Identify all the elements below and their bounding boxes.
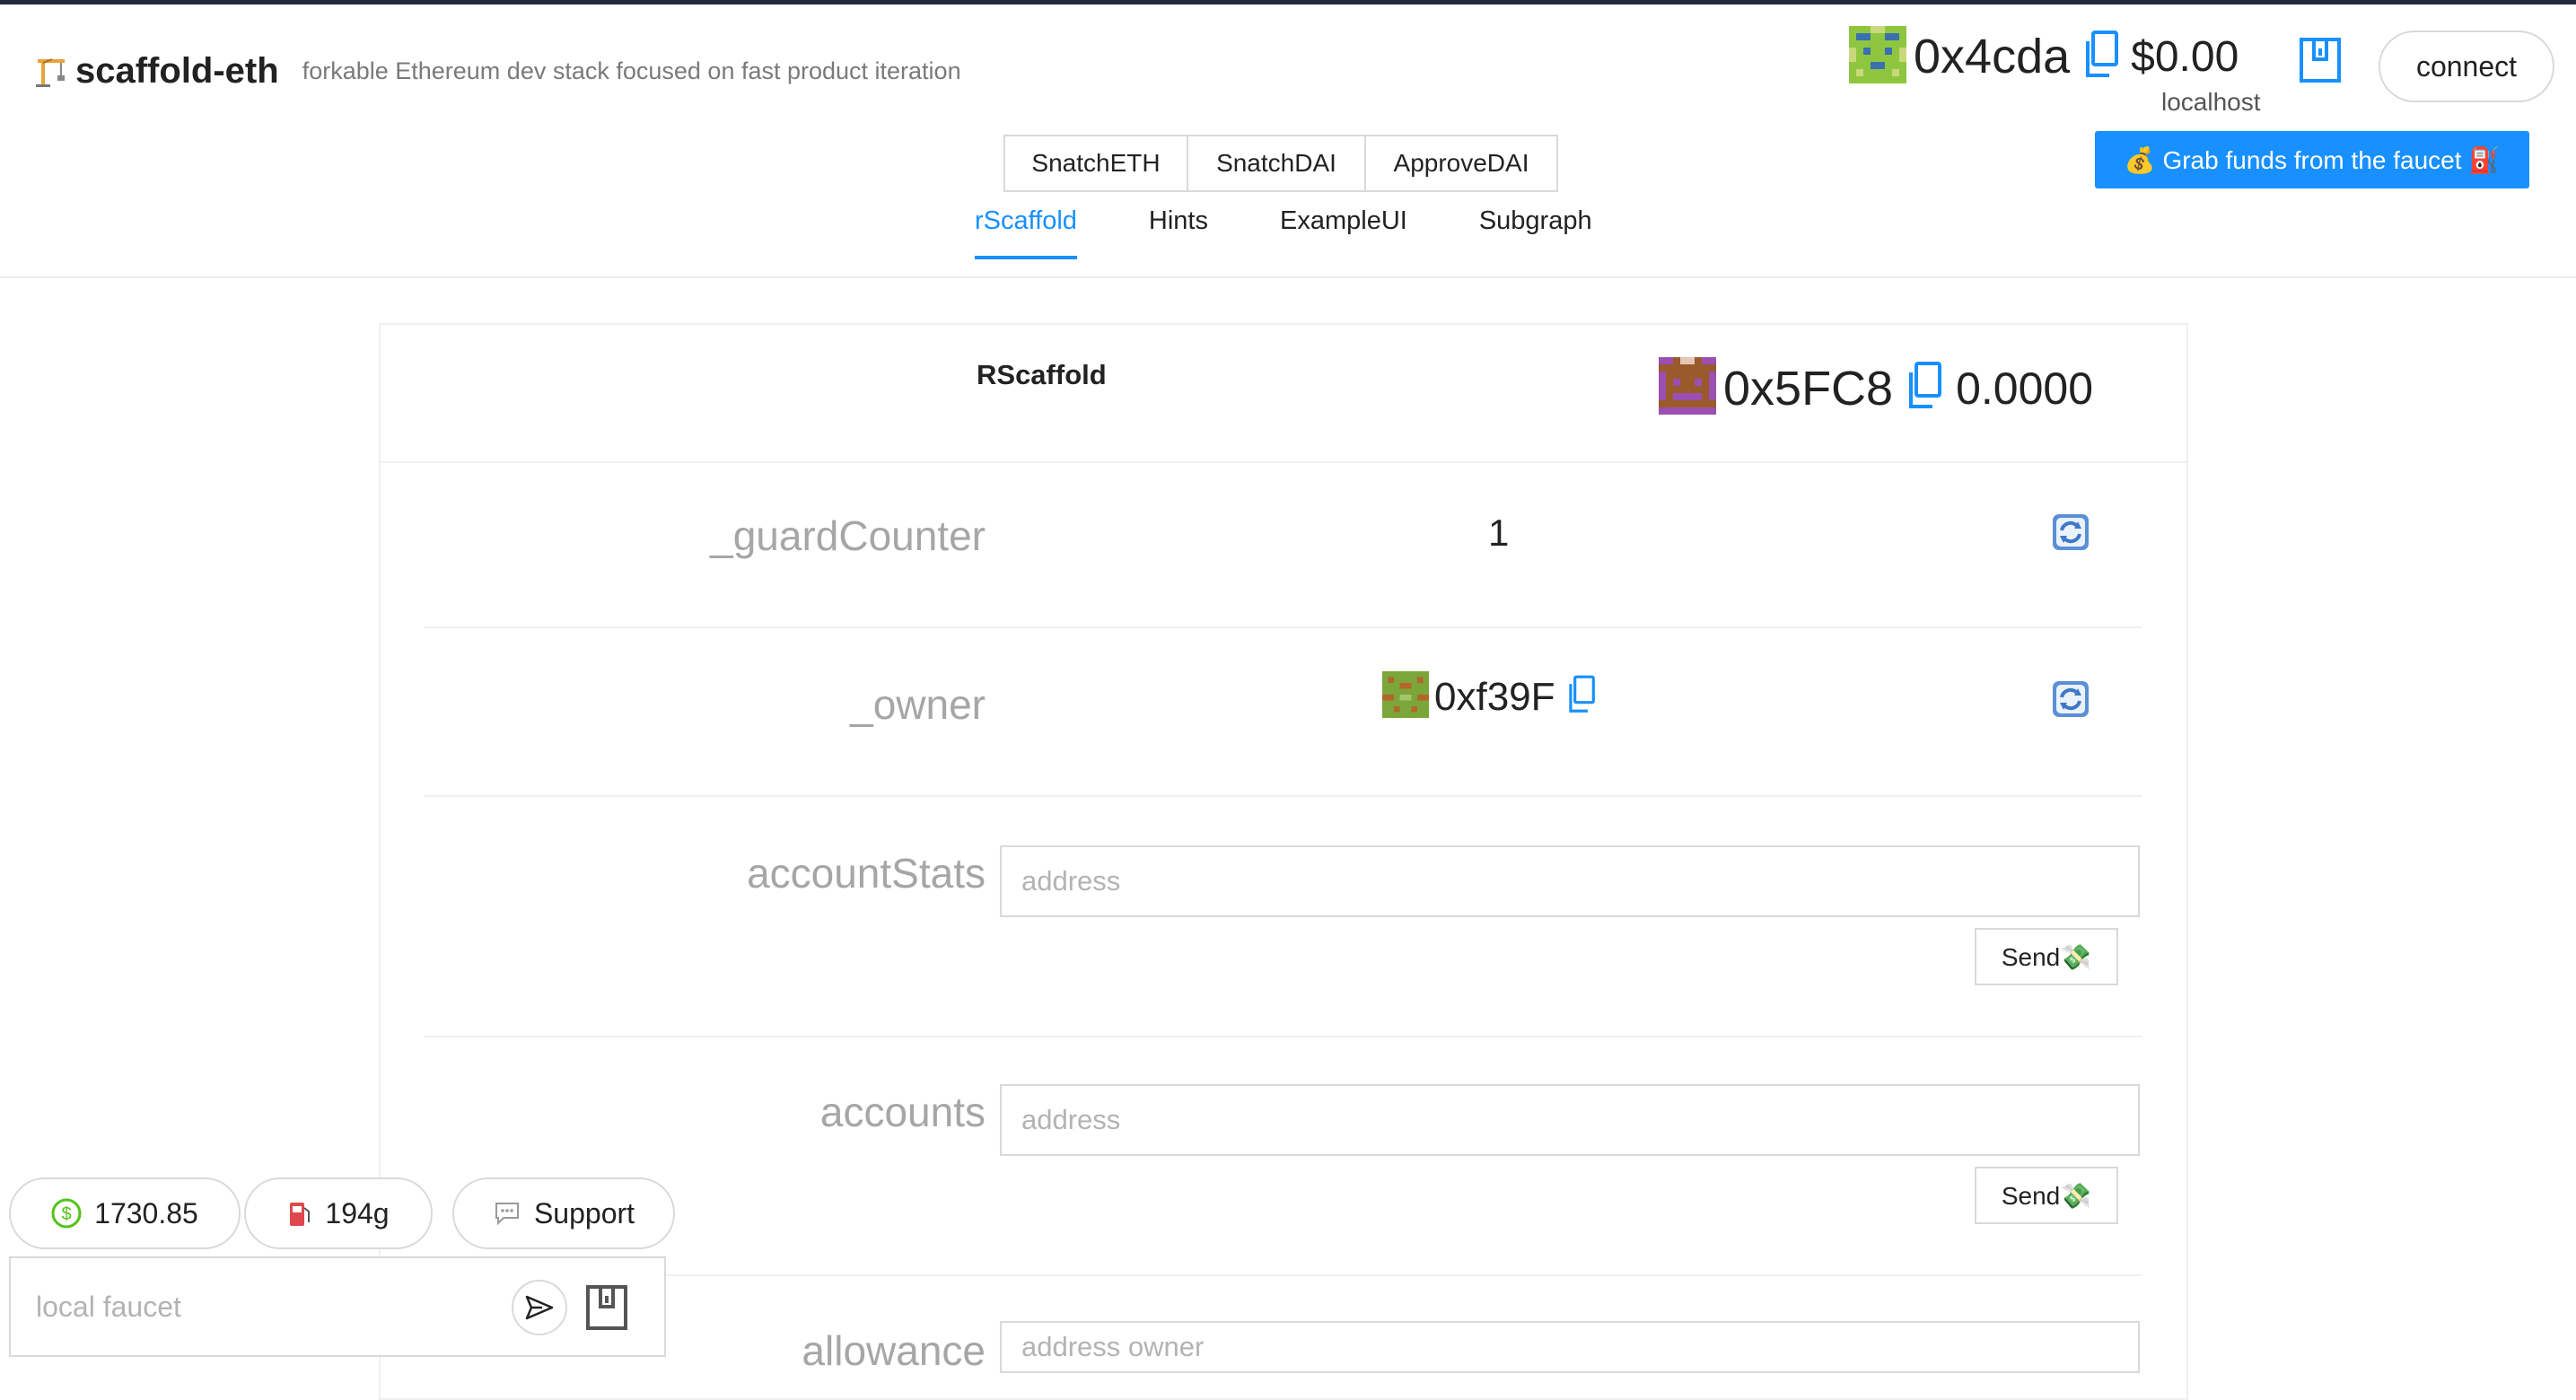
account-stats-send-button[interactable]: Send💸	[1975, 928, 2118, 985]
fn-label-account-stats: accountStats	[747, 850, 986, 897]
row-divider	[424, 1036, 2142, 1037]
wallet-icon[interactable]	[2298, 36, 2343, 89]
fuel-pump-icon	[287, 1199, 312, 1228]
header-divider	[0, 276, 2576, 278]
contract-address-display: 0x5FC8 0.0000	[1659, 357, 2093, 419]
support-button[interactable]: Support	[452, 1177, 675, 1249]
tab-hints[interactable]: Hints	[1149, 206, 1208, 259]
copy-icon[interactable]	[2081, 29, 2120, 85]
eth-price-pill[interactable]: $ 1730.85	[9, 1177, 241, 1249]
contract-balance: 0.0000	[1956, 363, 2094, 414]
row-divider	[424, 1274, 2142, 1276]
contract-name: RScaffold	[977, 359, 1107, 390]
send-arrow-icon[interactable]	[512, 1280, 567, 1335]
account-address[interactable]: 0x4cda	[1914, 29, 2070, 84]
copy-icon[interactable]	[1564, 674, 1597, 720]
connect-button[interactable]: connect	[2379, 31, 2554, 102]
grab-funds-faucet-button[interactable]: 💰 Grab funds from the faucet ⛽️	[2095, 131, 2529, 188]
refresh-icon[interactable]	[2052, 680, 2090, 718]
contract-blockie-avatar	[1659, 357, 1716, 419]
account-blockie-avatar	[1849, 25, 1906, 88]
approve-dai-button[interactable]: ApproveDAI	[1364, 135, 1558, 192]
action-button-group: SnatchETH SnatchDAI ApproveDAI	[1003, 135, 1558, 192]
wallet-icon[interactable]	[583, 1283, 630, 1336]
card-header-divider	[381, 461, 2186, 463]
crane-icon	[34, 54, 68, 88]
dollar-icon: $	[51, 1198, 82, 1229]
contract-address[interactable]: 0x5FC8	[1723, 361, 1893, 416]
accounts-send-button[interactable]: Send💸	[1975, 1167, 2118, 1224]
tab-rscaffold[interactable]: rScaffold	[975, 206, 1077, 259]
snatch-eth-button[interactable]: SnatchETH	[1003, 135, 1188, 192]
tab-exampleui[interactable]: ExampleUI	[1280, 206, 1407, 259]
gas-price-pill[interactable]: 194g	[244, 1177, 433, 1249]
app-subtitle: forkable Ethereum dev stack focused on f…	[302, 57, 961, 84]
top-accent-bar	[0, 0, 2576, 4]
var-value-owner[interactable]: 0xf39F	[1434, 675, 1555, 720]
var-label-owner: _owner	[850, 681, 986, 728]
var-label-guard-counter: _guardCounter	[710, 512, 986, 559]
account-stats-address-input[interactable]: address	[1000, 845, 2140, 917]
chat-bubble-icon	[493, 1200, 521, 1227]
snatch-dai-button[interactable]: SnatchDAI	[1187, 135, 1366, 192]
owner-address-display: 0xf39F	[1382, 671, 1597, 722]
eth-price-value: 1730.85	[94, 1196, 198, 1229]
allowance-owner-input[interactable]: address owner	[1000, 1321, 2140, 1373]
network-label: localhost	[2161, 88, 2261, 116]
row-divider	[424, 626, 2142, 628]
svg-text:$: $	[62, 1204, 72, 1224]
tab-subgraph[interactable]: Subgraph	[1479, 206, 1592, 259]
account-balance[interactable]: $0.00	[2131, 32, 2239, 82]
gas-price-value: 194g	[325, 1196, 390, 1229]
accounts-address-input[interactable]: address	[1000, 1084, 2140, 1156]
row-divider	[424, 795, 2142, 797]
support-label: Support	[533, 1196, 635, 1229]
app-title[interactable]: scaffold-eth	[75, 51, 279, 92]
tab-bar: rScaffold Hints ExampleUI Subgraph	[975, 206, 1664, 259]
local-faucet-input[interactable]: local faucet	[36, 1291, 181, 1324]
account-display: 0x4cda $0.00	[1849, 25, 2239, 88]
fn-label-accounts: accounts	[819, 1089, 986, 1135]
copy-icon[interactable]	[1904, 360, 1943, 416]
var-value-guard-counter: 1	[1488, 512, 1510, 554]
brand: scaffold-eth forkable Ethereum dev stack…	[34, 47, 961, 95]
refresh-icon[interactable]	[2052, 513, 2090, 551]
owner-blockie-avatar	[1382, 671, 1429, 722]
